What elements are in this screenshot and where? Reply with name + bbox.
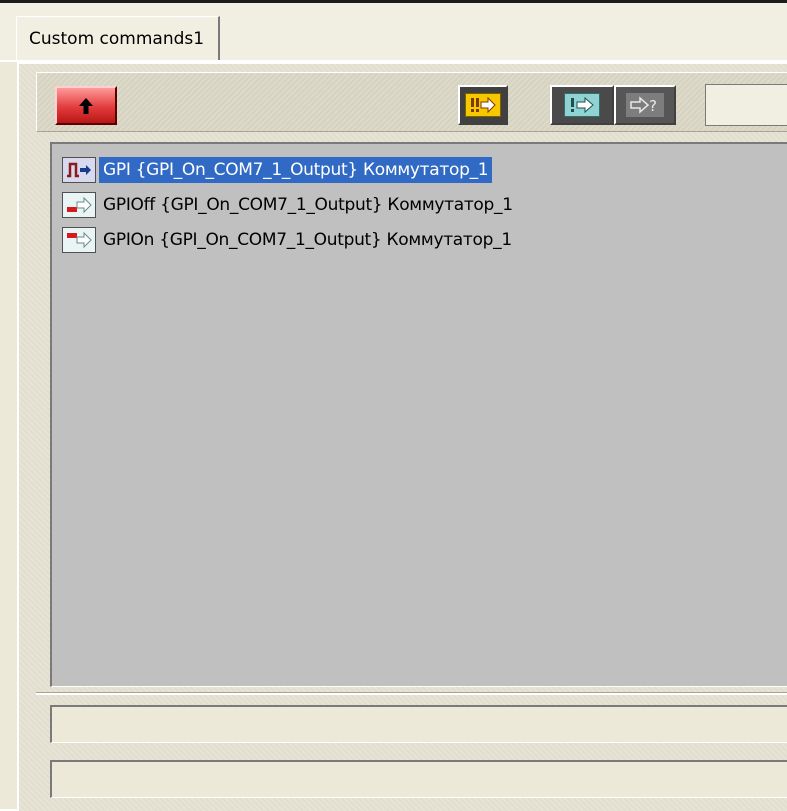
gpi-on-icon	[62, 227, 96, 253]
parameters-field[interactable]	[50, 705, 787, 743]
query-icon: ?	[626, 93, 664, 117]
execute-selected-button[interactable]	[550, 85, 614, 125]
tab-custom-commands[interactable]: Custom commands1	[16, 16, 221, 61]
execute-all-button[interactable]	[458, 85, 508, 125]
list-item[interactable]: GPIOff {GPI_On_COM7_1_Output} Коммутатор…	[62, 191, 517, 219]
tab-label: Custom commands1	[29, 29, 205, 49]
custom-commands-window: Custom commands1 ? GPI {GPI_On_COM7_1_Ou…	[0, 0, 787, 811]
gpi-pulse-icon	[62, 157, 96, 183]
execute-selected-icon	[564, 93, 600, 117]
move-up-button[interactable]	[55, 86, 117, 125]
result-field[interactable]	[50, 760, 787, 798]
query-command-button[interactable]: ?	[614, 85, 676, 125]
svg-text:?: ?	[649, 97, 657, 115]
command-label: GPI {GPI_On_COM7_1_Output} Коммутатор_1	[99, 157, 493, 183]
separator	[36, 692, 787, 695]
list-item[interactable]: GPIOn {GPI_On_COM7_1_Output} Коммутатор_…	[62, 226, 516, 254]
status-indicator-box	[705, 84, 787, 126]
tab-bar: Custom commands1	[0, 3, 787, 61]
up-arrow-icon	[79, 97, 93, 114]
command-label: GPIOff {GPI_On_COM7_1_Output} Коммутатор…	[103, 195, 513, 215]
commands-list[interactable]: GPI {GPI_On_COM7_1_Output} Коммутатор_1 …	[50, 142, 787, 687]
gpi-off-icon	[62, 192, 96, 218]
command-label: GPIOn {GPI_On_COM7_1_Output} Коммутатор_…	[103, 230, 512, 250]
list-item[interactable]: GPI {GPI_On_COM7_1_Output} Коммутатор_1	[62, 156, 493, 184]
execute-all-icon	[465, 93, 501, 117]
